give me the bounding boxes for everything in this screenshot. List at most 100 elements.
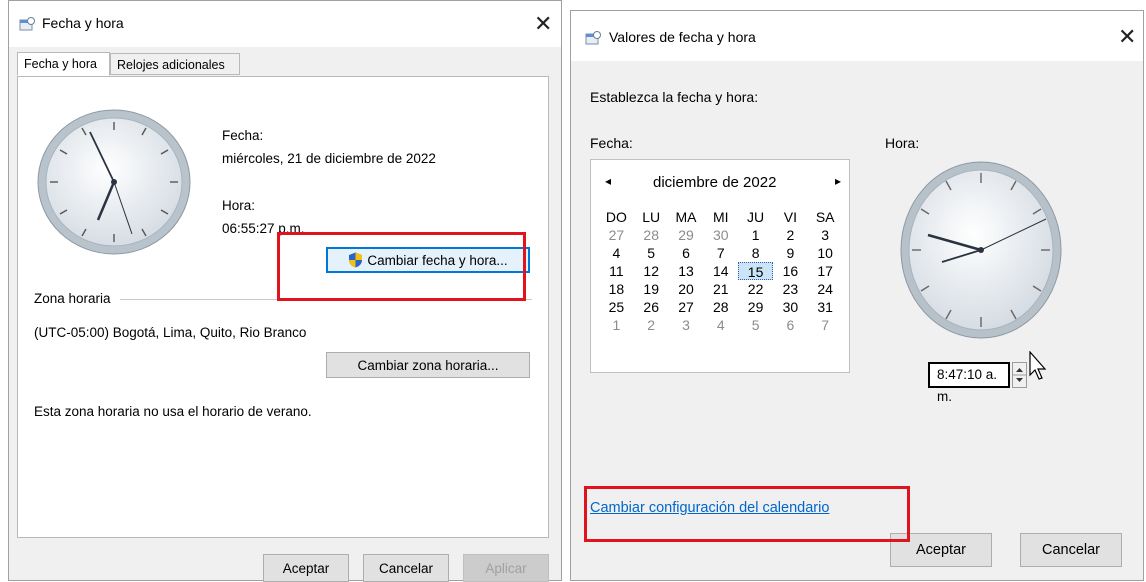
cancel-button[interactable]: Cancelar — [363, 554, 449, 582]
next-month-icon[interactable]: ▸ — [835, 174, 841, 188]
weekday-label: SA — [815, 209, 835, 225]
time-label: Hora: — [885, 135, 920, 151]
date-time-app-icon — [19, 17, 35, 31]
calendar-week-row: 11 12 13 14 15 16 17 — [599, 262, 843, 280]
calendar-day[interactable]: 27 — [669, 298, 704, 316]
calendar-day[interactable]: 11 — [599, 262, 634, 280]
time-spinner[interactable] — [1012, 362, 1027, 388]
calendar-day[interactable]: 28 — [703, 298, 738, 316]
calendar-day[interactable]: 23 — [773, 280, 808, 298]
calendar-week-row: 18 19 20 21 22 23 24 — [599, 280, 843, 298]
calendar-day[interactable]: 6 — [773, 316, 808, 334]
calendar-week-row: 27 28 29 30 1 2 3 — [599, 226, 843, 244]
tab-panel: Fecha: miércoles, 21 de diciembre de 202… — [17, 76, 549, 538]
calendar-day[interactable]: 2 — [634, 316, 669, 334]
calendar-day[interactable]: 28 — [634, 226, 669, 244]
calendar-day[interactable]: 17 — [808, 262, 843, 280]
ok-button[interactable]: Aceptar — [263, 554, 349, 582]
close-button[interactable]: ✕ — [1118, 26, 1136, 48]
calendar-settings-link[interactable]: Cambiar configuración del calendario — [590, 500, 829, 516]
calendar-day[interactable]: 25 — [599, 298, 634, 316]
weekday-label: LU — [642, 209, 661, 225]
time-input[interactable]: 8:47:10 a. m. — [928, 362, 1010, 404]
change-date-time-label: Cambiar fecha y hora... — [367, 252, 508, 268]
calendar-day[interactable]: 16 — [773, 262, 808, 280]
calendar-month-label[interactable]: diciembre de 2022 — [653, 174, 776, 191]
weekday-label: JU — [747, 209, 765, 225]
calendar-day[interactable]: 30 — [703, 226, 738, 244]
calendar-day[interactable]: 24 — [808, 280, 843, 298]
time-label: Hora: — [222, 198, 256, 213]
calendar-day[interactable]: 1 — [599, 316, 634, 334]
calendar-day[interactable]: 3 — [669, 316, 704, 334]
calendar-day[interactable]: 20 — [669, 280, 704, 298]
dialog-title: Fecha y hora — [42, 15, 124, 31]
title-bar: Fecha y hora ✕ — [9, 1, 561, 47]
tab-relojes-adicionales[interactable]: Relojes adicionales — [110, 53, 240, 75]
calendar-week-row: 25 26 27 28 29 30 31 — [599, 298, 843, 316]
group-divider — [120, 299, 532, 300]
calendar-header: ◂ diciembre de 2022 ▸ — [591, 174, 849, 196]
calendar-day[interactable]: 14 — [703, 262, 738, 280]
calendar-day[interactable]: 4 — [599, 244, 634, 262]
calendar-day[interactable]: 18 — [599, 280, 634, 298]
close-button[interactable]: ✕ — [534, 13, 552, 35]
calendar-day[interactable]: 13 — [669, 262, 704, 280]
date-label: Fecha: — [222, 128, 264, 143]
spinner-arrows-icon — [1013, 368, 1026, 382]
prev-month-icon[interactable]: ◂ — [605, 174, 611, 188]
uac-shield-icon — [349, 252, 363, 268]
calendar-day[interactable]: 4 — [703, 316, 738, 334]
calendar-day[interactable]: 2 — [773, 226, 808, 244]
weekday-label: MA — [675, 209, 697, 225]
time-value: 06:55:27 p.m. — [222, 221, 305, 236]
instruction-text: Establezca la fecha y hora: — [590, 89, 759, 105]
calendar-day[interactable]: 5 — [634, 244, 669, 262]
calendar-day[interactable]: 22 — [738, 280, 773, 298]
timezone-group-label: Zona horaria — [34, 291, 111, 306]
month-calendar[interactable]: ◂ diciembre de 2022 ▸ DO LU MA MI JU VI SA 27 28… — [590, 159, 850, 373]
cancel-button[interactable]: Cancelar — [1020, 533, 1122, 567]
weekday-label: VI — [783, 209, 797, 225]
calendar-day[interactable]: 31 — [808, 298, 843, 316]
calendar-day[interactable]: 21 — [703, 280, 738, 298]
calendar-day[interactable]: 30 — [773, 298, 808, 316]
date-time-app-icon — [585, 31, 601, 45]
calendar-day[interactable]: 26 — [634, 298, 669, 316]
analog-clock-icon — [37, 109, 191, 255]
date-time-dialog: Fecha y hora ✕ Fecha y hora Relojes adic… — [8, 0, 562, 582]
calendar-day[interactable]: 29 — [669, 226, 704, 244]
calendar-day[interactable]: 5 — [738, 316, 773, 334]
tab-fecha-y-hora[interactable]: Fecha y hora — [17, 52, 110, 76]
mouse-cursor-icon — [1029, 351, 1047, 380]
apply-button[interactable]: Aplicar — [463, 554, 549, 582]
calendar-day[interactable]: 19 — [634, 280, 669, 298]
calendar-week-row: 1234567 — [599, 316, 843, 334]
calendar-day[interactable]: 1 — [738, 226, 773, 244]
weekday-label: MI — [713, 209, 729, 225]
calendar-day[interactable]: 3 — [808, 226, 843, 244]
calendar-grid: DO LU MA MI JU VI SA 27 28 29 30 1 2 3 4 5 6 7 8 9 10 11 12 13 1… — [599, 208, 843, 334]
change-date-time-button[interactable]: Cambiar fecha y hora... — [326, 247, 530, 273]
dialog-title: Valores de fecha y hora — [609, 29, 756, 45]
title-bar: Valores de fecha y hora ✕ — [571, 11, 1143, 61]
calendar-day[interactable]: 15 — [738, 262, 773, 280]
calendar-day[interactable]: 29 — [738, 298, 773, 316]
date-value: miércoles, 21 de diciembre de 2022 — [222, 151, 436, 166]
date-label: Fecha: — [590, 135, 633, 151]
calendar-day[interactable]: 8 — [738, 244, 773, 262]
calendar-day[interactable]: 9 — [773, 244, 808, 262]
calendar-day[interactable]: 12 — [634, 262, 669, 280]
calendar-day[interactable]: 7 — [808, 316, 843, 334]
change-timezone-button[interactable]: Cambiar zona horaria... — [326, 352, 530, 378]
date-time-settings-dialog: Valores de fecha y hora ✕ Establezca la … — [570, 10, 1144, 581]
timezone-value: (UTC-05:00) Bogotá, Lima, Quito, Rio Bra… — [34, 325, 307, 340]
weekday-label: DO — [605, 209, 627, 225]
calendar-day[interactable]: 7 — [703, 244, 738, 262]
calendar-day[interactable]: 27 — [599, 226, 634, 244]
calendar-week-row: 4 5 6 7 8 9 10 — [599, 244, 843, 262]
weekday-header-row: DO LU MA MI JU VI SA — [599, 208, 843, 226]
calendar-day[interactable]: 6 — [669, 244, 704, 262]
calendar-day[interactable]: 10 — [808, 244, 843, 262]
ok-button[interactable]: Aceptar — [890, 533, 992, 567]
